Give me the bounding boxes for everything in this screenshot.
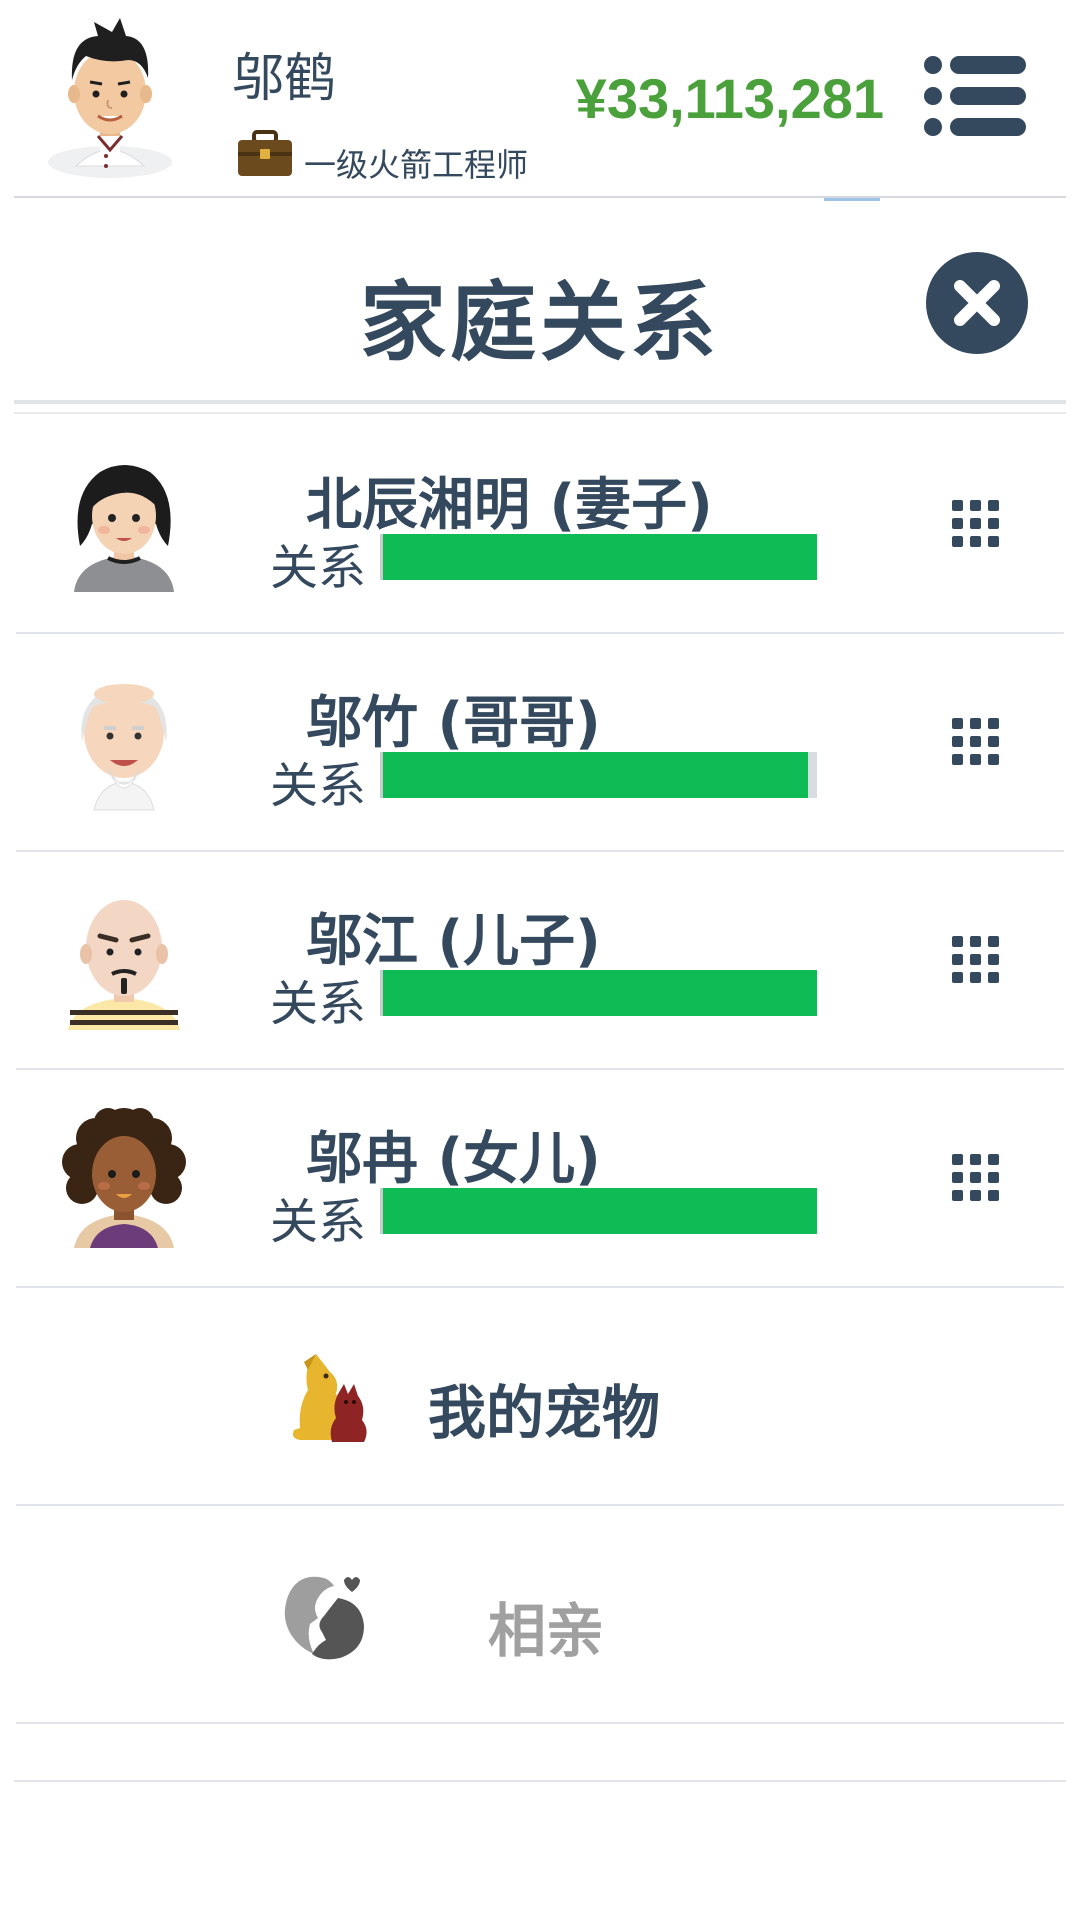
close-icon (954, 280, 1000, 326)
family-row-son: 邬江 (儿子) 关系 (16, 852, 1064, 1070)
pet-dog-cat-icon (292, 1354, 367, 1442)
menu-icon[interactable] (922, 54, 1028, 138)
relationship-label: 关系 (270, 1194, 367, 1250)
player-avatar[interactable] (46, 16, 174, 178)
son-avatar (68, 900, 180, 1030)
grid-menu-icon[interactable] (950, 1152, 1002, 1204)
relationship-bar (380, 752, 817, 798)
relationship-bar (380, 534, 817, 580)
grid-menu-icon[interactable] (950, 934, 1002, 986)
relationship-bar (380, 1188, 817, 1234)
my-pets-label: 我的宠物 (428, 1379, 661, 1447)
relationship-bar-fill (383, 534, 817, 580)
job-title: 一级火箭工程师 (304, 146, 529, 184)
top-header: 邬鹤 一级火箭工程师 ¥33,113,281 (0, 0, 1080, 201)
relationship-label: 关系 (270, 976, 367, 1032)
relationship-bar (380, 970, 817, 1016)
daughter-avatar (62, 1108, 186, 1248)
family-row-wife: 北辰湘明 (妻子) 关系 (16, 416, 1064, 634)
brother-avatar (81, 684, 167, 811)
player-name: 邬鹤 (232, 49, 337, 109)
modal-title: 家庭关系 (360, 273, 720, 373)
relationship-bar-fill (383, 970, 817, 1016)
briefcase-icon (238, 130, 292, 176)
title-divider (14, 400, 1066, 404)
close-button[interactable] (926, 252, 1028, 354)
couple-heart-icon (284, 1576, 364, 1660)
relationship-label: 关系 (270, 758, 367, 814)
title-divider-secondary (14, 412, 1066, 414)
relationship-bar-fill (383, 752, 809, 798)
member-name: 北辰湘明 (妻子) (306, 473, 713, 538)
header-accent (824, 198, 880, 201)
blind-date-button[interactable]: 相亲 (16, 1506, 1064, 1724)
relationship-label: 关系 (270, 540, 367, 596)
my-pets-button[interactable]: 我的宠物 (16, 1288, 1064, 1506)
family-row-brother: 邬竹 (哥哥) 关系 (16, 634, 1064, 852)
grid-menu-icon[interactable] (950, 498, 1002, 550)
blind-date-label: 相亲 (488, 1597, 605, 1665)
header-divider (14, 196, 1066, 198)
relationship-bar-fill (383, 1188, 817, 1234)
grid-menu-icon[interactable] (950, 716, 1002, 768)
family-row-daughter: 邬冉 (女儿) 关系 (16, 1070, 1064, 1288)
wife-avatar (74, 465, 174, 592)
money-balance: ¥33,113,281 (575, 67, 884, 130)
bottom-divider (14, 1780, 1066, 1782)
